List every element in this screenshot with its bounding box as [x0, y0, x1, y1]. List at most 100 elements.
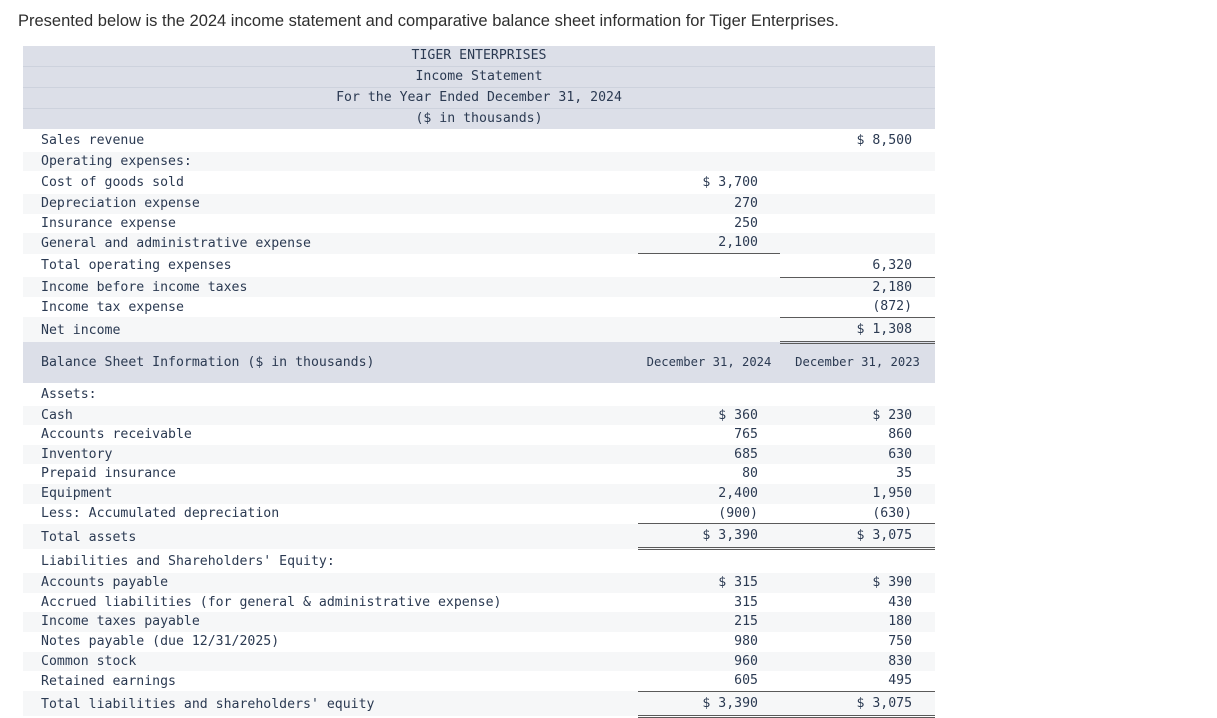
row-outer-value: [780, 213, 936, 234]
row-outer-value: [780, 151, 936, 172]
table-row: Notes payable (due 12/31/2025) 980 750: [23, 632, 936, 652]
row-value-2024: 980: [638, 632, 780, 652]
is-title-row-3: For the Year Ended December 31, 2024: [23, 87, 936, 109]
row-value-2024: 215: [638, 612, 780, 633]
table-row: Accounts receivable 765 860: [23, 425, 936, 445]
row-label: Total liabilities and shareholders' equi…: [23, 691, 638, 717]
row-value-2024: $ 3,390: [638, 523, 780, 551]
row-label: General and administrative expense: [23, 233, 638, 254]
row-outer-value: $ 1,308: [780, 317, 936, 344]
row-inner-value: [638, 317, 780, 343]
balance-sheet-header-row: Balance Sheet Information ($ in thousand…: [23, 342, 936, 383]
row-value-2024: 685: [638, 444, 780, 465]
is-title-line-2: Income Statement: [23, 66, 936, 88]
table-row: Sales revenue $ 8,500: [23, 128, 936, 152]
row-inner-value: 270: [638, 194, 780, 214]
row-label: Equipment: [23, 484, 638, 504]
row-inner-value: [638, 277, 780, 298]
is-title-line-4: ($ in thousands): [23, 108, 936, 129]
row-outer-value: $ 8,500: [780, 128, 936, 152]
table-row: Common stock 960 830: [23, 651, 936, 672]
row-inner-value: [638, 297, 780, 318]
column-header-2023: December 31, 2023: [780, 342, 936, 383]
table-row: Depreciation expense 270: [23, 194, 936, 214]
row-inner-value: [638, 548, 780, 574]
row-label: Accounts receivable: [23, 425, 638, 445]
table-row: Assets:: [23, 382, 936, 406]
row-outer-value: [780, 194, 936, 214]
table-row: Total operating expenses 6,320: [23, 253, 936, 278]
row-value-2024: 605: [638, 671, 780, 692]
balance-sheet-section-title: Balance Sheet Information ($ in thousand…: [23, 342, 638, 383]
row-inner-value: [638, 253, 780, 277]
row-value-2023: 630: [780, 444, 936, 465]
table-row: Income before income taxes 2,180: [23, 277, 936, 298]
table-row: Insurance expense 250: [23, 213, 936, 234]
row-value-2024: 765: [638, 425, 780, 445]
row-label: Insurance expense: [23, 213, 638, 234]
row-label: Total assets: [23, 523, 638, 549]
is-title-line-1: TIGER ENTERPRISES: [23, 45, 936, 67]
table-row: Operating expenses:: [23, 151, 936, 172]
row-value-2023: 860: [780, 425, 936, 445]
row-inner-value: $ 3,700: [638, 171, 780, 195]
row-value-2023: (630): [780, 503, 936, 525]
table-row: Equipment 2,400 1,950: [23, 484, 936, 504]
assets-heading: Assets:: [23, 382, 638, 406]
table-row: General and administrative expense 2,100: [23, 233, 936, 255]
row-outer-value: (872): [780, 297, 936, 318]
financial-statements: TIGER ENTERPRISES Income Statement For t…: [23, 45, 936, 718]
row-inner-value: 2,100: [638, 233, 780, 255]
table-row: Inventory 685 630: [23, 444, 936, 465]
row-label: Accrued liabilities (for general & admin…: [23, 592, 638, 613]
row-label: Income before income taxes: [23, 277, 638, 298]
row-label: Depreciation expense: [23, 194, 638, 214]
row-label: Notes payable (due 12/31/2025): [23, 632, 638, 652]
row-outer-value: [780, 548, 936, 574]
row-inner-value: 250: [638, 213, 780, 234]
row-value-2023: 830: [780, 651, 936, 672]
row-label: Income tax expense: [23, 297, 638, 318]
table-row: Cash $ 360 $ 230: [23, 405, 936, 426]
row-value-2023: 1,950: [780, 484, 936, 504]
row-value-2023: 430: [780, 592, 936, 613]
row-label: Accounts payable: [23, 573, 638, 593]
row-label: Prepaid insurance: [23, 464, 638, 485]
row-label: Operating expenses:: [23, 151, 638, 172]
row-label: Net income: [23, 317, 638, 343]
row-outer-value: [780, 233, 936, 254]
row-value-2024: $ 315: [638, 573, 780, 593]
table-row: Income taxes payable 215 180: [23, 612, 936, 633]
row-label: Retained earnings: [23, 671, 638, 692]
row-label: Less: Accumulated depreciation: [23, 503, 638, 524]
table-row: Income tax expense (872): [23, 297, 936, 318]
row-value-2024: 315: [638, 592, 780, 613]
row-value-2023: $ 3,075: [780, 691, 936, 718]
row-value-2024: (900): [638, 503, 780, 525]
liabilities-heading: Liabilities and Shareholders' Equity:: [23, 548, 638, 574]
column-header-2024: December 31, 2024: [638, 342, 780, 383]
table-row: Liabilities and Shareholders' Equity:: [23, 548, 936, 574]
row-value-2024: 80: [638, 464, 780, 485]
table-row: Prepaid insurance 80 35: [23, 464, 936, 485]
row-value-2024: 960: [638, 651, 780, 672]
table-row: Cost of goods sold $ 3,700: [23, 171, 936, 195]
row-value-2024: 2,400: [638, 484, 780, 504]
row-label: Total operating expenses: [23, 253, 638, 277]
row-value-2024: $ 360: [638, 405, 780, 426]
table-row: Retained earnings 605 495: [23, 671, 936, 692]
row-label: Cost of goods sold: [23, 171, 638, 195]
row-outer-value: [780, 171, 936, 195]
table-row: Total assets $ 3,390 $ 3,075: [23, 523, 936, 551]
is-title-line-3: For the Year Ended December 31, 2024: [23, 87, 936, 109]
intro-text: Presented below is the 2024 income state…: [18, 12, 839, 30]
row-value-2023: $ 390: [780, 573, 936, 593]
is-title-row-1: TIGER ENTERPRISES: [23, 45, 936, 67]
row-value-2023: $ 3,075: [780, 523, 936, 551]
row-inner-value: [638, 382, 780, 406]
row-outer-value: 6,320: [780, 253, 936, 278]
is-title-row-2: Income Statement: [23, 66, 936, 88]
row-outer-value: [780, 382, 936, 406]
row-inner-value: [638, 151, 780, 172]
row-value-2023: 180: [780, 612, 936, 633]
